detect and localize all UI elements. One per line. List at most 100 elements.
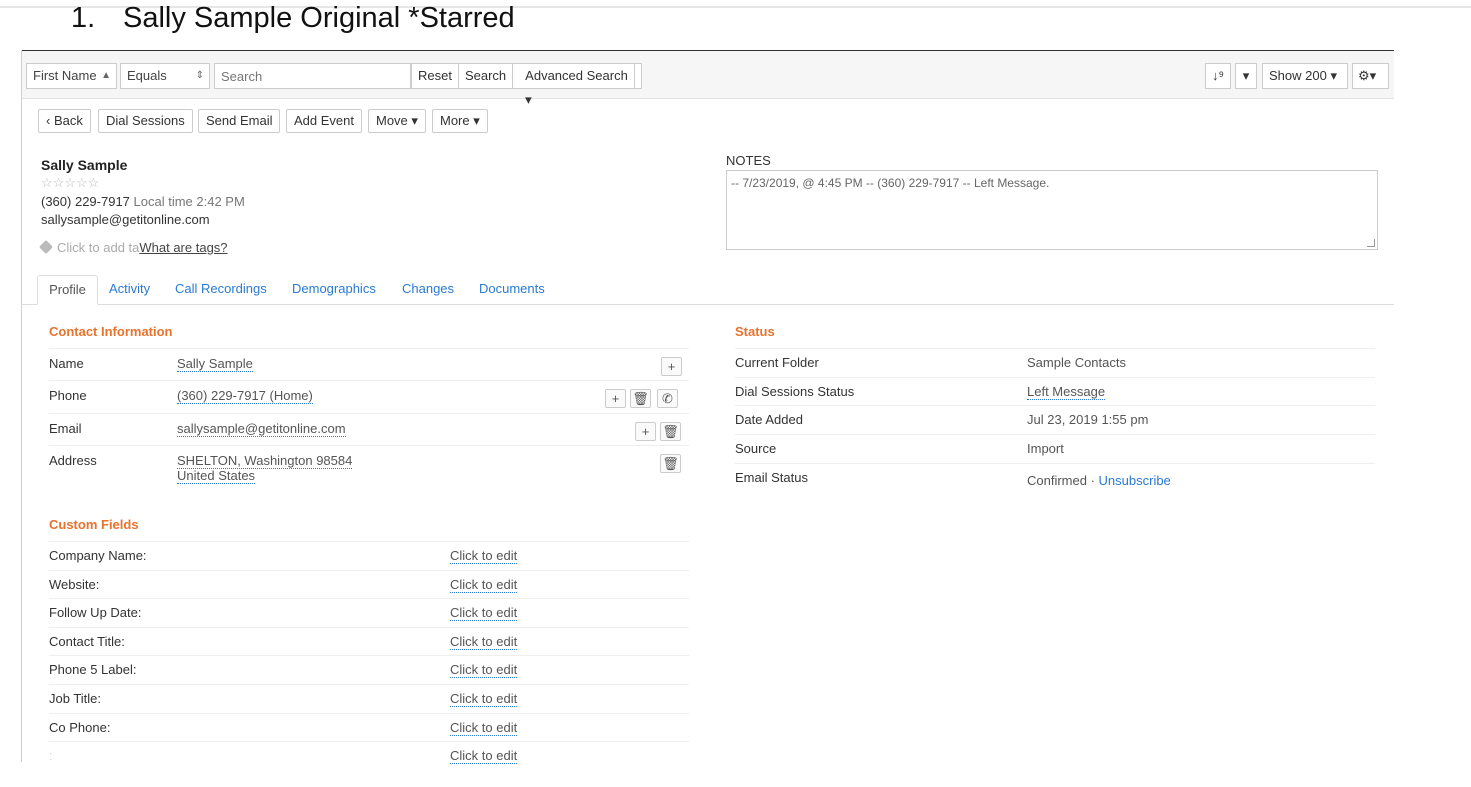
- custom-field-row: Job Title: Click to edit: [49, 684, 689, 713]
- caret-down-icon: ▾: [411, 113, 418, 128]
- address-line1[interactable]: SHELTON, Washington 98584: [177, 453, 353, 469]
- row-label: Name: [49, 356, 84, 371]
- advanced-search-button[interactable]: Advanced Search ▾: [513, 64, 641, 107]
- dial-status-value[interactable]: Left Message: [1027, 384, 1106, 400]
- custom-field-row: Company Name: Click to edit: [49, 541, 689, 570]
- row-label: Source: [735, 441, 777, 456]
- click-to-edit[interactable]: Click to edit: [450, 605, 518, 622]
- search-input[interactable]: [214, 63, 411, 89]
- click-to-edit[interactable]: Click to edit: [450, 662, 518, 679]
- reset-button[interactable]: Reset: [412, 64, 459, 88]
- caret-down-icon: ▾: [1369, 68, 1377, 83]
- plus-icon[interactable]: +: [605, 389, 626, 408]
- trash-icon[interactable]: 🗑: [660, 454, 681, 473]
- add-tag-input[interactable]: Click to add ta: [57, 240, 139, 255]
- local-time: Local time 2:42 PM: [133, 194, 245, 209]
- click-to-edit[interactable]: Click to edit: [450, 577, 518, 593]
- row-label: Email: [49, 421, 82, 436]
- folder-value: Sample Contacts: [1027, 355, 1126, 370]
- notes-label: NOTES: [726, 153, 771, 168]
- advanced-search-label: Advanced Search: [519, 64, 635, 88]
- click-to-edit[interactable]: Click to edit: [450, 634, 518, 650]
- click-to-edit[interactable]: Click to edit: [450, 691, 518, 707]
- caret-down-icon: ▾: [1330, 68, 1337, 83]
- tab-call-recordings[interactable]: Call Recordings: [175, 281, 267, 296]
- move-label: Move: [376, 113, 408, 128]
- contact-row-email: Email sallysample@getitonline.com + 🗑: [49, 413, 689, 445]
- more-button[interactable]: More ▾: [432, 109, 488, 133]
- name-value[interactable]: Sally Sample: [177, 356, 253, 372]
- settings-button[interactable]: ⚙▾: [1352, 63, 1389, 89]
- phone-icon[interactable]: ✆: [657, 389, 678, 408]
- click-to-edit[interactable]: Click to edit: [450, 720, 518, 736]
- star-rating[interactable]: ☆☆☆☆☆: [41, 175, 99, 191]
- tag-area: Click to add taWhat are tags?: [38, 239, 228, 255]
- search-button[interactable]: Search: [459, 64, 514, 88]
- row-label: Email Status: [735, 470, 808, 485]
- tab-profile[interactable]: Profile: [37, 275, 98, 305]
- notes-textarea[interactable]: -- 7/23/2019, @ 4:45 PM -- (360) 229-791…: [726, 170, 1378, 250]
- custom-field-label: Phone 5 Label:: [49, 662, 137, 678]
- contact-name: Sally Sample: [41, 157, 128, 173]
- back-label: Back: [53, 113, 83, 128]
- separator: ·: [1086, 473, 1099, 488]
- custom-field-label: Follow Up Date:: [49, 605, 142, 621]
- move-button[interactable]: Move ▾: [368, 109, 426, 133]
- title-text: Sally Sample Original *Starred: [123, 2, 515, 34]
- plus-icon[interactable]: +: [635, 422, 656, 441]
- contact-email: sallysample@getitonline.com: [41, 212, 210, 227]
- contact-row-phone: Phone (360) 229-7917 (Home) + 🗑 ✆: [49, 380, 689, 412]
- updown-caret-icon: ▲: [101, 70, 111, 81]
- custom-field-row: Contact Title: Click to edit: [49, 626, 689, 656]
- row-label: Dial Sessions Status: [735, 384, 855, 399]
- plus-icon[interactable]: +: [661, 357, 682, 376]
- sort-numeric-icon[interactable]: ↓⁹: [1205, 63, 1231, 89]
- gear-icon: ⚙: [1358, 68, 1370, 83]
- custom-field-label: Job Title:: [49, 691, 102, 706]
- resize-handle-icon[interactable]: [1367, 239, 1375, 247]
- search-button-group: Reset Search Advanced Search ▾: [411, 63, 642, 107]
- status-row-folder: Current Folder Sample Contacts: [735, 348, 1375, 377]
- status-row-email: Email Status Confirmed · Unsubscribe: [735, 463, 1375, 492]
- chevron-left-icon: ‹: [46, 113, 51, 128]
- tab-documents[interactable]: Documents: [479, 281, 545, 296]
- dial-sessions-button[interactable]: Dial Sessions: [98, 109, 193, 133]
- custom-field-row: Co Phone: Click to edit: [49, 712, 689, 742]
- tab-changes[interactable]: Changes: [402, 281, 454, 296]
- back-button[interactable]: ‹ Back: [38, 109, 91, 133]
- updown-caret-icon: ⇕: [195, 70, 204, 81]
- contact-row-name: Name Sally Sample +: [49, 348, 689, 380]
- more-label: More: [440, 113, 470, 128]
- what-are-tags-link[interactable]: What are tags?: [139, 240, 227, 255]
- click-to-edit[interactable]: Click to edit: [450, 748, 518, 765]
- operator-select-value: Equals: [127, 68, 167, 83]
- row-label: Date Added: [735, 412, 803, 427]
- custom-field-row: Follow Up Date: Click to edit: [49, 598, 689, 627]
- unsubscribe-link[interactable]: Unsubscribe: [1099, 473, 1171, 488]
- page-title: 1. Sally Sample Original *Starred: [71, 2, 515, 35]
- tag-icon: [38, 239, 54, 255]
- trash-icon[interactable]: 🗑: [630, 389, 651, 408]
- trash-icon[interactable]: 🗑: [660, 422, 681, 441]
- confirmed-text: Confirmed: [1027, 473, 1087, 488]
- click-to-edit[interactable]: Click to edit: [450, 548, 518, 564]
- tab-demographics[interactable]: Demographics: [292, 281, 376, 296]
- row-label: Current Folder: [735, 355, 819, 370]
- row-label: Phone: [49, 388, 87, 403]
- bottom-fade: [22, 748, 282, 762]
- send-email-button[interactable]: Send Email: [198, 109, 281, 133]
- phone-text: (360) 229-7917: [41, 194, 130, 209]
- status-row-date: Date Added Jul 23, 2019 1:55 pm: [735, 405, 1375, 434]
- show-count-button[interactable]: Show 200 ▾: [1262, 63, 1348, 89]
- address-line2[interactable]: United States: [177, 468, 256, 484]
- custom-fields-title: Custom Fields: [49, 517, 139, 532]
- operator-select[interactable]: Equals ⇕: [120, 63, 210, 89]
- sort-dropdown-button[interactable]: ▾: [1235, 63, 1257, 89]
- phone-value[interactable]: (360) 229-7917 (Home): [177, 388, 313, 404]
- tab-activity[interactable]: Activity: [109, 281, 150, 296]
- list-number: 1.: [71, 2, 96, 34]
- email-value[interactable]: sallysample@getitonline.com: [177, 421, 346, 437]
- add-event-button[interactable]: Add Event: [286, 109, 362, 133]
- date-added-value: Jul 23, 2019 1:55 pm: [1027, 412, 1149, 427]
- field-select[interactable]: First Name ▲: [26, 63, 117, 89]
